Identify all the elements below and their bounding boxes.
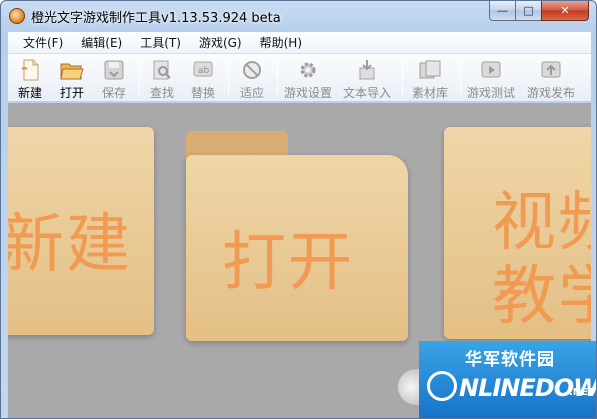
open-project-card-label: 打开 <box>222 226 354 300</box>
minimize-button[interactable]: — <box>489 1 516 21</box>
open-button[interactable]: 打开 <box>52 57 92 101</box>
toolbar-separator <box>277 61 278 95</box>
toolbar-separator <box>460 61 461 95</box>
watermark-suffix: .NET <box>569 387 595 398</box>
asset-library-label: 素材库 <box>411 86 448 100</box>
menu-file[interactable]: 文件(F) <box>14 33 72 53</box>
save-button-label: 保存 <box>101 86 126 100</box>
menu-bar: 文件(F) 编辑(E) 工具(T) 游戏(G) 帮助(H) <box>8 32 591 54</box>
toolbar-separator <box>228 61 229 95</box>
menu-edit[interactable]: 编辑(E) <box>72 33 131 53</box>
new-document-icon <box>21 59 39 81</box>
game-settings-button[interactable]: 游戏设置 <box>281 57 335 101</box>
text-import-icon <box>359 60 375 80</box>
watermark-o-icon <box>427 371 457 401</box>
menu-tools[interactable]: 工具(T) <box>131 33 190 53</box>
open-button-label: 打开 <box>59 86 84 100</box>
find-button[interactable]: 查找 <box>142 57 182 101</box>
game-publish-label: 游戏发布 <box>526 86 575 100</box>
video-tutorial-line2: 教学 <box>492 260 591 334</box>
toolbar-separator <box>139 61 140 95</box>
game-settings-label: 游戏设置 <box>283 86 332 100</box>
maximize-button[interactable]: □ <box>515 1 542 21</box>
new-project-card-label: 新建 <box>8 208 132 282</box>
game-test-icon <box>481 61 501 78</box>
title-bar[interactable]: 橙光文字游戏制作工具v1.13.53.924 beta — □ ✕ <box>1 1 596 31</box>
replace-button[interactable]: ab 替换 <box>183 57 223 101</box>
menu-help[interactable]: 帮助(H) <box>251 33 311 53</box>
new-project-card[interactable]: 新建 <box>8 127 154 335</box>
text-import-label: 文本导入 <box>342 86 391 100</box>
fit-icon <box>243 61 261 79</box>
toolbar-separator <box>402 61 403 95</box>
replace-icon: ab <box>193 61 213 77</box>
new-button-label: 新建 <box>17 86 42 100</box>
new-button[interactable]: 新建 <box>10 57 50 101</box>
watermark-chinese: 华军软件园 <box>465 350 555 370</box>
open-folder-icon <box>60 63 84 80</box>
toolbar: 新建 打开 保存 查找 ab 替换 适应 游戏设置 文本导入 素材库 游戏测试 … <box>8 54 591 102</box>
find-icon <box>153 60 171 80</box>
game-test-label: 游戏测试 <box>466 86 515 100</box>
fit-button[interactable]: 适应 <box>232 57 272 101</box>
gear-icon <box>300 62 316 78</box>
asset-library-button[interactable]: 素材库 <box>406 57 454 101</box>
save-icon <box>104 60 124 80</box>
close-button[interactable]: ✕ <box>541 1 589 21</box>
game-publish-icon <box>541 61 561 78</box>
app-window: 橙光文字游戏制作工具v1.13.53.924 beta — □ ✕ 文件(F) … <box>0 0 597 419</box>
replace-button-label: 替换 <box>190 86 215 100</box>
window-title: 橙光文字游戏制作工具v1.13.53.924 beta <box>31 11 281 26</box>
open-project-card[interactable]: 打开 <box>186 155 408 341</box>
watermark-logo: 华军软件园 NLINEDOWN .NET <box>419 341 596 418</box>
fit-button-label: 适应 <box>239 86 264 100</box>
game-publish-button[interactable]: 游戏发布 <box>524 57 578 101</box>
save-button[interactable]: 保存 <box>94 57 134 101</box>
menu-game[interactable]: 游戏(G) <box>190 33 251 53</box>
video-tutorial-line1: 视频 <box>492 186 591 260</box>
asset-library-icon <box>419 60 441 79</box>
app-logo-icon <box>9 8 25 24</box>
video-tutorial-card[interactable]: 视频 教学 <box>444 127 591 339</box>
text-import-button[interactable]: 文本导入 <box>340 57 394 101</box>
svg-text:ab: ab <box>198 66 210 76</box>
game-test-button[interactable]: 游戏测试 <box>464 57 518 101</box>
find-button-label: 查找 <box>149 86 174 100</box>
